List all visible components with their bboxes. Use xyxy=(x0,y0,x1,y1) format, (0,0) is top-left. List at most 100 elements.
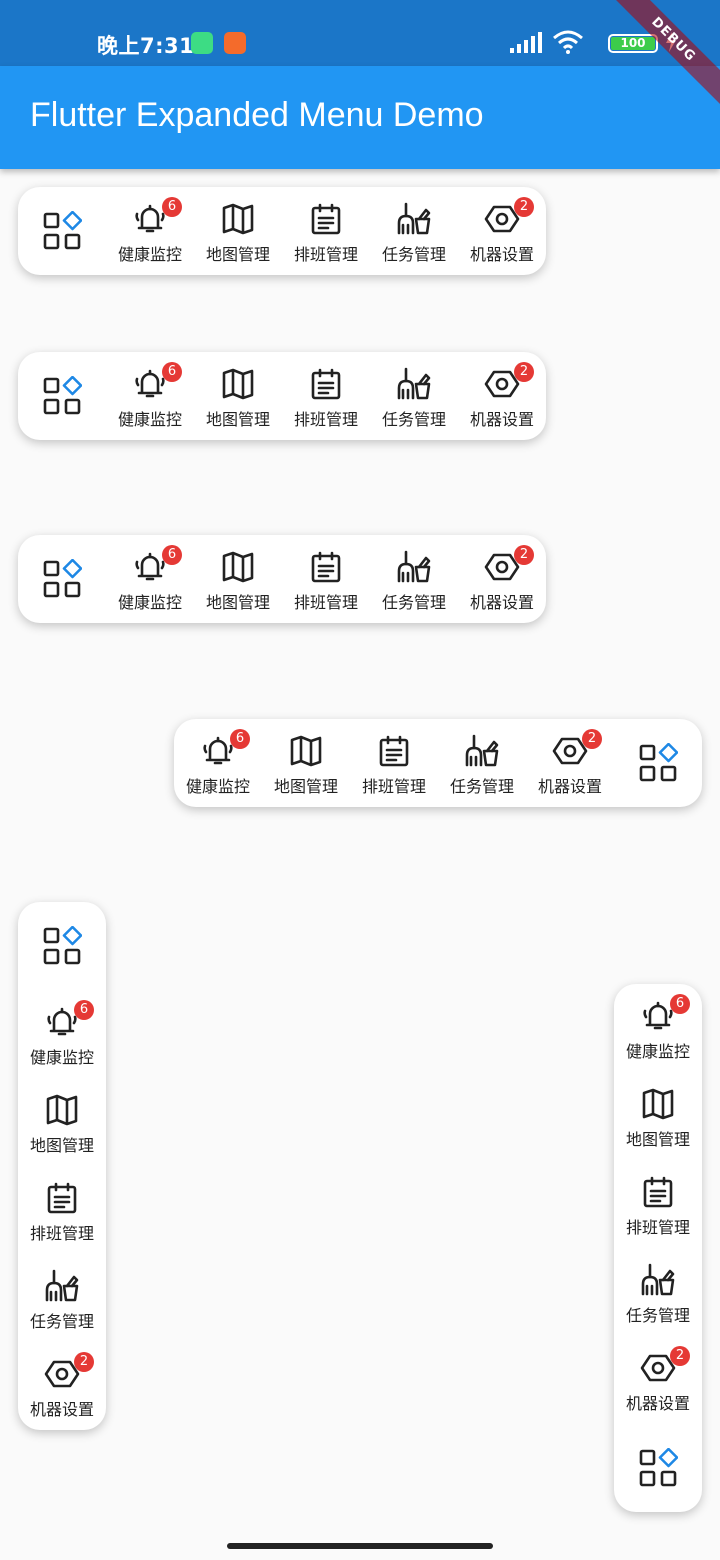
cleaning-icon xyxy=(44,1268,80,1304)
expanded-menu-vertical-left: 健康监控 6 地图管理 排班管理 任务管理 机器设置 2 xyxy=(18,902,106,1430)
calendar-icon xyxy=(376,733,412,769)
menu-toggle-button[interactable] xyxy=(18,902,106,990)
cleaning-icon xyxy=(396,549,432,585)
cleaning-icon xyxy=(640,1262,676,1298)
menu-item-health[interactable]: 健康监控 6 xyxy=(614,984,702,1072)
calendar-icon xyxy=(308,549,344,585)
expanded-menu-horizontal-1: 健康监控 6 地图管理 排班管理 任务管理 机器设置 2 xyxy=(18,187,546,275)
menu-toggle-button[interactable] xyxy=(614,719,702,807)
menu-item-label: 排班管理 xyxy=(293,245,358,264)
menu-item-label: 排班管理 xyxy=(29,1224,94,1243)
menu-item-label: 机器设置 xyxy=(537,777,602,796)
menu-toggle-button[interactable] xyxy=(18,187,106,275)
menu-item-label: 排班管理 xyxy=(625,1218,690,1237)
map-icon xyxy=(220,201,256,237)
menu-item-label: 地图管理 xyxy=(205,593,270,612)
notification-badge: 2 xyxy=(514,197,534,217)
menu-item-map[interactable]: 地图管理 xyxy=(194,352,282,440)
menu-item-machine[interactable]: 机器设置 2 xyxy=(614,1336,702,1424)
menu-item-task[interactable]: 任务管理 xyxy=(370,352,458,440)
menu-item-label: 机器设置 xyxy=(625,1394,690,1413)
menu-item-label: 健康监控 xyxy=(117,245,182,264)
android-icon xyxy=(191,32,213,54)
menu-item-map[interactable]: 地图管理 xyxy=(18,1078,106,1166)
menu-item-health[interactable]: 健康监控 6 xyxy=(106,187,194,275)
map-icon xyxy=(220,549,256,585)
menu-item-health[interactable]: 健康监控 6 xyxy=(106,352,194,440)
notification-badge: 6 xyxy=(162,362,182,382)
notification-badge: 2 xyxy=(582,729,602,749)
menu-item-label: 地图管理 xyxy=(29,1136,94,1155)
menu-item-label: 排班管理 xyxy=(293,410,358,429)
menu-item-task[interactable]: 任务管理 xyxy=(370,535,458,623)
menu-item-label: 排班管理 xyxy=(361,777,426,796)
battery-level: 100 xyxy=(611,37,655,50)
app-title: Flutter Expanded Menu Demo xyxy=(30,96,484,134)
menu-item-label: 地图管理 xyxy=(625,1130,690,1149)
menu-item-machine[interactable]: 机器设置 2 xyxy=(526,719,614,807)
menu-item-map[interactable]: 地图管理 xyxy=(194,187,282,275)
menu-item-machine[interactable]: 机器设置 2 xyxy=(18,1342,106,1430)
menu-item-health[interactable]: 健康监控 6 xyxy=(18,990,106,1078)
battery-icon: 100 xyxy=(608,34,658,53)
notification-badge: 2 xyxy=(514,362,534,382)
menu-item-task[interactable]: 任务管理 xyxy=(370,187,458,275)
calendar-icon xyxy=(308,366,344,402)
expanded-menu-horizontal-3: 健康监控 6 地图管理 排班管理 任务管理 机器设置 2 xyxy=(18,535,546,623)
menu-item-schedule[interactable]: 排班管理 xyxy=(614,1160,702,1248)
menu-item-label: 任务管理 xyxy=(449,777,514,796)
cleaning-icon xyxy=(396,366,432,402)
menu-item-map[interactable]: 地图管理 xyxy=(614,1072,702,1160)
notification-badge: 6 xyxy=(230,729,250,749)
menu-item-label: 地图管理 xyxy=(205,410,270,429)
calendar-icon xyxy=(640,1174,676,1210)
menu-toggle-button[interactable] xyxy=(18,535,106,623)
menu-item-health[interactable]: 健康监控 6 xyxy=(106,535,194,623)
notification-badge: 6 xyxy=(162,545,182,565)
menu-item-label: 任务管理 xyxy=(625,1306,690,1325)
notification-badge: 6 xyxy=(74,1000,94,1020)
menu-item-map[interactable]: 地图管理 xyxy=(194,535,282,623)
status-bar: 晚上7:31 100 xyxy=(0,0,720,66)
menu-item-schedule[interactable]: 排班管理 xyxy=(282,352,370,440)
menu-item-schedule[interactable]: 排班管理 xyxy=(18,1166,106,1254)
menu-item-map[interactable]: 地图管理 xyxy=(262,719,350,807)
menu-item-label: 任务管理 xyxy=(381,593,446,612)
menu-item-label: 健康监控 xyxy=(625,1042,690,1061)
map-icon xyxy=(288,733,324,769)
calendar-icon xyxy=(308,201,344,237)
app-bar: Flutter Expanded Menu Demo xyxy=(0,66,720,169)
menu-item-task[interactable]: 任务管理 xyxy=(438,719,526,807)
menu-item-schedule[interactable]: 排班管理 xyxy=(350,719,438,807)
menu-item-task[interactable]: 任务管理 xyxy=(614,1248,702,1336)
menu-item-label: 机器设置 xyxy=(469,593,534,612)
menu-item-health[interactable]: 健康监控 6 xyxy=(174,719,262,807)
menu-toggle-button[interactable] xyxy=(614,1424,702,1512)
menu-item-label: 地图管理 xyxy=(205,245,270,264)
menu-item-schedule[interactable]: 排班管理 xyxy=(282,187,370,275)
menu-item-machine[interactable]: 机器设置 2 xyxy=(458,535,546,623)
menu-item-label: 地图管理 xyxy=(273,777,338,796)
grid-menu-icon xyxy=(42,558,83,599)
expanded-menu-horizontal-4: 健康监控 6 地图管理 排班管理 任务管理 机器设置 2 xyxy=(174,719,702,807)
menu-item-machine[interactable]: 机器设置 2 xyxy=(458,352,546,440)
menu-item-task[interactable]: 任务管理 xyxy=(18,1254,106,1342)
menu-toggle-button[interactable] xyxy=(18,352,106,440)
grid-menu-icon xyxy=(638,742,679,783)
grid-menu-icon xyxy=(42,210,83,251)
menu-item-label: 健康监控 xyxy=(117,410,182,429)
expanded-menu-horizontal-2: 健康监控 6 地图管理 排班管理 任务管理 机器设置 2 xyxy=(18,352,546,440)
menu-item-machine[interactable]: 机器设置 2 xyxy=(458,187,546,275)
map-icon xyxy=(220,366,256,402)
menu-item-label: 健康监控 xyxy=(29,1048,94,1067)
cleaning-icon xyxy=(464,733,500,769)
calendar-icon xyxy=(44,1180,80,1216)
status-time: 晚上7:31 xyxy=(97,34,195,58)
notification-badge: 6 xyxy=(670,994,690,1014)
notification-badge: 2 xyxy=(670,1346,690,1366)
menu-item-schedule[interactable]: 排班管理 xyxy=(282,535,370,623)
signal-icon xyxy=(510,32,542,53)
menu-item-label: 健康监控 xyxy=(185,777,250,796)
expanded-menu-vertical-right: 健康监控 6 地图管理 排班管理 任务管理 机器设置 2 xyxy=(614,984,702,1512)
home-indicator[interactable] xyxy=(227,1543,493,1549)
